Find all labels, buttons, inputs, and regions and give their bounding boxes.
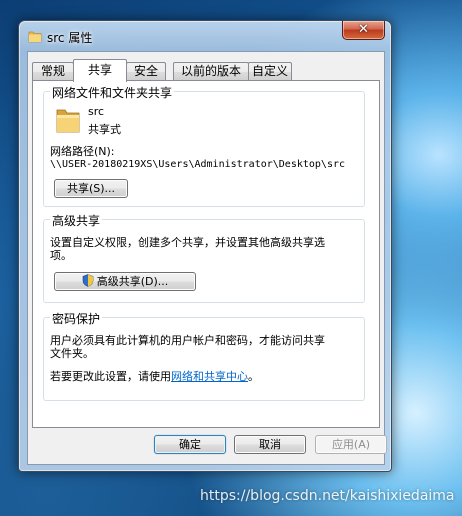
title-bar[interactable]: src 属性 ✕ [19, 21, 391, 51]
share-button[interactable]: 共享(S)... [54, 179, 128, 198]
network-sharing-center-link[interactable]: 网络和共享中心 [171, 370, 248, 383]
advanced-sharing-button-label: 高级共享(D)... [96, 275, 169, 288]
tab-security[interactable]: 安全 [126, 62, 166, 81]
window-title: src 属性 [47, 31, 93, 45]
password-protection-group: 密码保护 用户必须具有此计算机的用户帐户和密码，才能访问共享 文件夹。 若要更改… [43, 310, 365, 401]
close-button[interactable]: ✕ [342, 21, 385, 40]
watermark-text: https://blog.csdn.net/kaishixiedaima [200, 488, 455, 504]
shared-folder-icon [56, 109, 80, 133]
dialog-client: 常规 共享 安全 以前的版本 自定义 网络文件和文件夹共享 src 共享式 网络… [27, 51, 387, 465]
change-setting-text: 若要更改此设置，请使用网络和共享中心。 [50, 368, 259, 384]
password-description-cont: 文件夹。 [50, 347, 94, 360]
folder-icon [28, 31, 42, 43]
advanced-sharing-description: 设置自定义权限，创建多个共享，并设置其他高级共享选 [50, 236, 325, 249]
properties-window: src 属性 ✕ 常规 共享 安全 以前的版本 自定义 网络文件和文件夹共享 s… [18, 20, 392, 472]
ok-button[interactable]: 确定 [154, 435, 226, 454]
apply-button[interactable]: 应用(A) [315, 435, 387, 454]
folder-share-status: 共享式 [88, 123, 121, 136]
sharing-panel: 网络文件和文件夹共享 src 共享式 网络路径(N): \\USER-20180… [32, 80, 380, 428]
advanced-sharing-group: 高级共享 设置自定义权限，创建多个共享，并设置其他高级共享选 项。 高级共享(D… [43, 212, 365, 303]
tab-previous-versions[interactable]: 以前的版本 [173, 62, 249, 81]
network-path-label: 网络路径(N): [50, 145, 115, 158]
change-setting-suffix: 。 [248, 370, 259, 383]
group-title: 网络文件和文件夹共享 [50, 84, 175, 101]
network-path-value: \\USER-20180219XS\Users\Administrator\De… [50, 159, 346, 170]
advanced-sharing-description-cont: 项。 [50, 249, 72, 262]
tab-sharing[interactable]: 共享 [73, 59, 127, 82]
advanced-sharing-button[interactable]: 高级共享(D)... [54, 272, 196, 291]
group-title: 密码保护 [50, 310, 103, 327]
network-sharing-group: 网络文件和文件夹共享 src 共享式 网络路径(N): \\USER-20180… [43, 84, 365, 207]
uac-shield-icon [82, 274, 94, 287]
cancel-button[interactable]: 取消 [234, 435, 306, 454]
folder-name: src [88, 105, 105, 118]
tab-general[interactable]: 常规 [32, 62, 74, 81]
group-title: 高级共享 [50, 212, 103, 229]
change-setting-prefix: 若要更改此设置，请使用 [50, 370, 171, 383]
close-icon: ✕ [358, 22, 369, 37]
tab-customize[interactable]: 自定义 [248, 62, 292, 81]
